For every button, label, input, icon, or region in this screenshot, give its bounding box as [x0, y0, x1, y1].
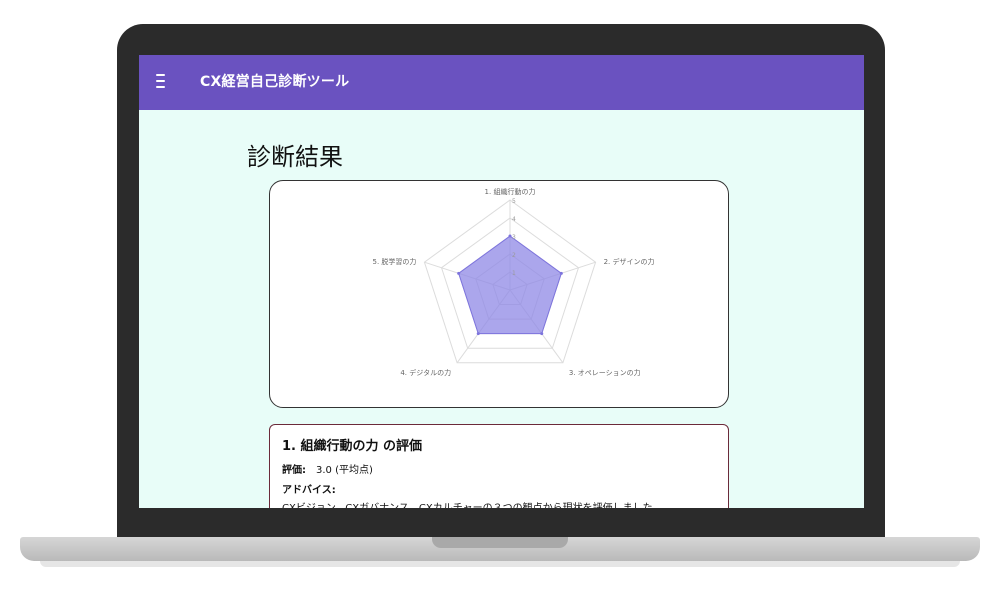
evaluation-title: 1. 組織行動の力 の評価 — [282, 439, 423, 454]
advice-label: アドバイス: — [282, 485, 336, 496]
radar-axis-label: 2. デザインの力 — [604, 257, 655, 266]
radar-chart-card: 1 2 3 4 5 1. 組織行動の力 2. デザインの力 3. オペレーションの力 4. デジ… — [269, 180, 729, 408]
radar-tick-label: 1 — [512, 270, 516, 277]
radar-tick-label: 2 — [512, 252, 516, 259]
radar-chart: 1 2 3 4 5 1. 組織行動の力 2. デザインの力 3. オペレーションの力 4. デジ… — [372, 187, 655, 377]
evaluation-card: 1. 組織行動の力 の評価 評価: 3.0 (平均点) アドバイス: CXビジョ… — [269, 424, 729, 508]
page-title: 診断結果 — [247, 143, 343, 171]
radar-data-point — [457, 271, 461, 275]
laptop-shadow — [40, 561, 960, 567]
radar-axis-label: 1. 組織行動の力 — [485, 187, 536, 196]
radar-tick-label: 5 — [512, 198, 516, 205]
rating-label: 評価: — [282, 465, 306, 476]
radar-data-area — [458, 235, 562, 335]
radar-tick-label: 4 — [512, 216, 516, 223]
radar-axis-label: 3. オペレーションの力 — [569, 368, 641, 377]
radar-data-point — [476, 332, 480, 336]
radar-tick-label: 3 — [512, 234, 516, 241]
laptop-notch — [432, 537, 568, 548]
app-screen: CX経営自己診断ツール 診断結果 1 2 3 4 5 1. 組織行動の力 2. デザインの力… — [139, 55, 864, 508]
radar-data-point — [559, 271, 563, 275]
laptop-frame: CX経営自己診断ツール 診断結果 1 2 3 4 5 1. 組織行動の力 2. デザインの力… — [0, 0, 1000, 591]
rating-value: 3.0 (平均点) — [316, 465, 373, 476]
radar-axis-label: 5. 脱学習の力 — [372, 257, 416, 266]
advice-text: CXビジョン、CXガバナンス、CXカルチャーの３つの観点から現状を評価しました。 — [282, 499, 663, 508]
radar-data-point — [540, 332, 544, 336]
app-bar: CX経営自己診断ツール — [139, 55, 864, 110]
app-title: CX経営自己診断ツール — [200, 74, 350, 90]
radar-axis-label: 4. デジタルの力 — [400, 368, 451, 377]
hamburger-menu-icon[interactable] — [156, 74, 166, 88]
